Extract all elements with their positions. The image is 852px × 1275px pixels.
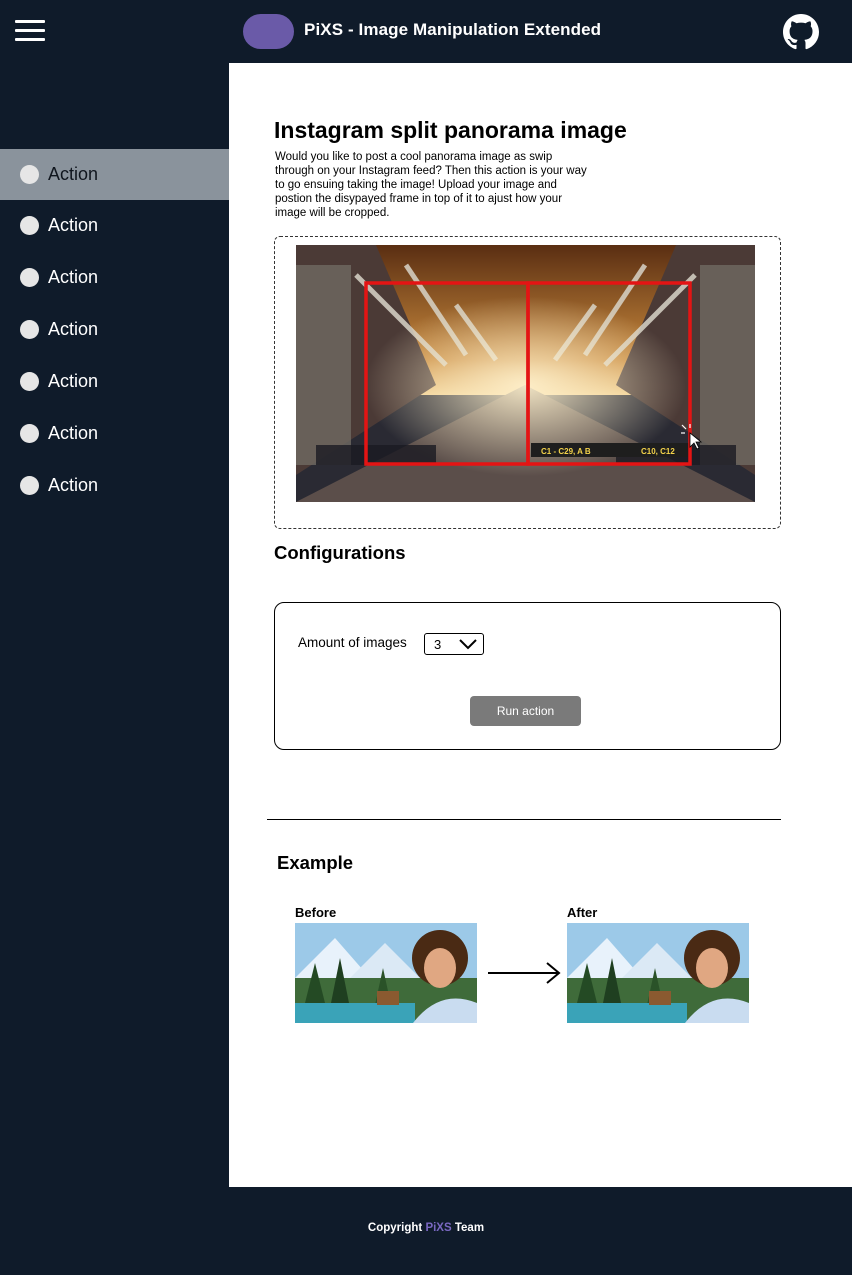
radio-dot-icon [20,165,39,184]
sidebar-item-action-6[interactable]: Action [0,408,229,459]
radio-dot-icon [20,372,39,391]
page-description: Would you like to post a cool panorama i… [275,151,587,219]
sidebar-item-action-1[interactable]: Action [0,149,229,200]
app-title: PiXS - Image Manipulation Extended [304,20,602,39]
sidebar-item-label: Action [48,371,99,391]
footer-copyright: Copyright PiXS Team [0,1222,852,1234]
amount-of-images-value: 3 [434,636,442,652]
arrow-right-icon [488,962,561,984]
radio-dot-icon [20,424,39,443]
page-title: Instagram split panorama image [274,117,627,143]
sidebar-item-action-2[interactable]: Action [0,200,229,251]
run-action-button[interactable]: Run action [470,696,581,726]
footer-brand-link[interactable]: PiXS [425,1222,451,1234]
github-icon[interactable] [783,14,819,50]
configurations-heading: Configurations [274,542,406,563]
radio-dot-icon [20,476,39,495]
sidebar-item-label: Action [48,475,99,495]
chevron-down-icon [459,639,477,650]
panorama-preview-image[interactable]: C1 - C29, A B C10, C12 [296,245,755,502]
app-logo [243,14,294,49]
footer-prefix: Copyright [367,1222,423,1234]
sidebar-item-action-4[interactable]: Action [0,304,229,355]
sidebar-item-action-3[interactable]: Action [0,252,229,303]
image-upload-area[interactable]: C1 - C29, A B C10, C12 [274,236,781,529]
after-label: After [567,905,598,920]
top-bar: PiXS - Image Manipulation Extended [0,0,852,63]
amount-of-images-select[interactable]: 3 [424,633,484,655]
sidebar-item-action-7[interactable]: Action [0,460,229,511]
hamburger-menu-icon[interactable] [15,20,45,44]
amount-of-images-label: Amount of images [298,635,407,650]
main-content: Instagram split panorama image Would you… [229,63,852,1187]
sidebar-item-label: Action [48,267,99,287]
footer-suffix: Team [454,1222,485,1234]
radio-dot-icon [20,320,39,339]
configurations-panel: Amount of images 3 Run action [274,602,781,750]
sidebar: Action Action Action Action Action Actio… [0,63,229,1187]
radio-dot-icon [20,268,39,287]
panorama-sign-left: C1 - C29, A B [541,447,591,456]
example-heading: Example [277,852,354,873]
sidebar-item-label: Action [48,319,99,339]
sidebar-item-label: Action [48,164,99,184]
panorama-sign-right: C10, C12 [641,447,675,456]
radio-dot-icon [20,216,39,235]
after-example-image [567,923,749,1023]
sidebar-item-label: Action [48,215,99,235]
sidebar-item-label: Action [48,423,99,443]
sidebar-item-action-5[interactable]: Action [0,356,229,407]
before-example-image [295,923,477,1023]
section-divider [267,819,781,820]
before-label: Before [295,905,337,920]
